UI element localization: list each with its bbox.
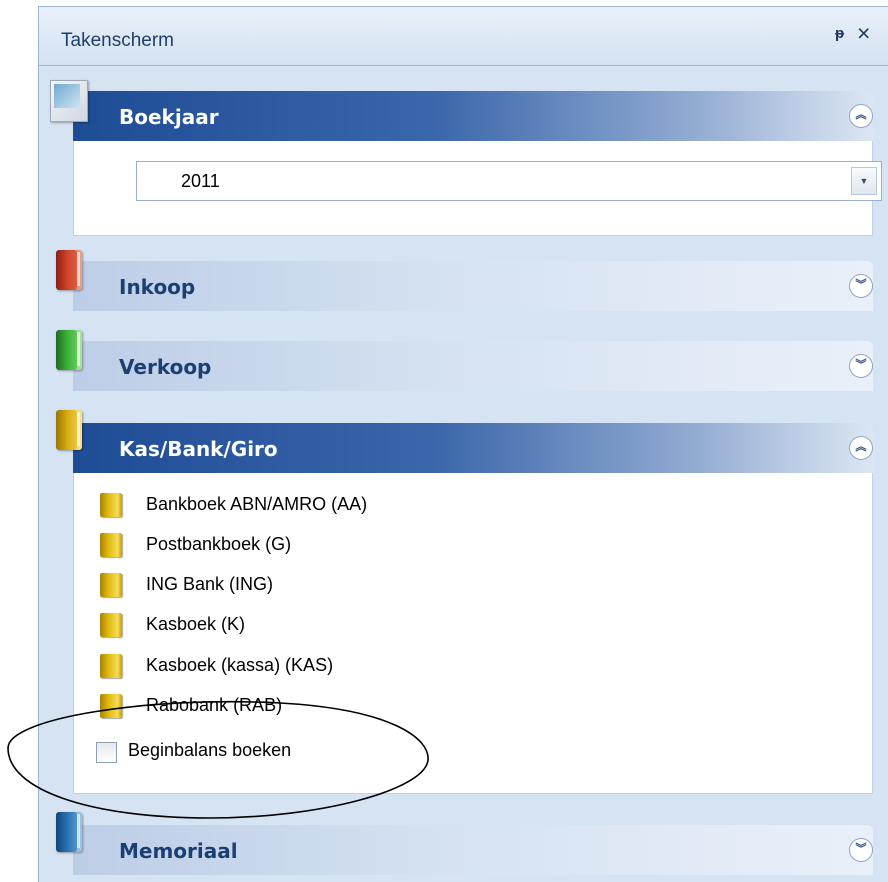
book-icon <box>100 694 122 718</box>
book-icon <box>100 613 122 637</box>
book-icon <box>100 493 122 517</box>
year-value: 2011 <box>181 171 220 191</box>
group-header-verkoop[interactable]: Verkoop ︾ <box>73 341 873 391</box>
book-icon <box>100 533 122 557</box>
group-header-kas-bank-giro[interactable]: Kas/Bank/Giro ︽ <box>73 423 873 473</box>
group-title-boekjaar: Boekjaar <box>119 105 219 129</box>
calendar-icon <box>50 80 88 122</box>
beginbalans-checkbox[interactable] <box>96 742 117 763</box>
collapse-icon[interactable]: ︽ <box>849 436 873 460</box>
pane-header: Takenscherm ᵽ × <box>39 7 888 66</box>
expand-icon[interactable]: ︾ <box>849 274 873 298</box>
beginbalans-label[interactable]: Beginbalans boeken <box>128 740 291 761</box>
green-book-icon <box>56 330 82 370</box>
list-item-label: Postbankboek (G) <box>146 534 292 554</box>
group-header-boekjaar[interactable]: Boekjaar ︽ <box>73 91 873 141</box>
group-header-memoriaal[interactable]: Memoriaal ︾ <box>73 825 873 875</box>
group-body-boekjaar: 2011 ▼ <box>73 141 882 236</box>
year-combobox[interactable]: 2011 ▼ <box>136 161 882 201</box>
group-title-verkoop: Verkoop <box>119 355 212 379</box>
expand-icon[interactable]: ︾ <box>849 354 873 378</box>
red-book-icon <box>56 250 82 290</box>
pin-icon[interactable]: ᵽ <box>835 25 851 43</box>
list-item-label: Bankboek ABN/AMRO (AA) <box>146 494 368 514</box>
yellow-book-icon <box>56 410 82 450</box>
book-icon <box>100 654 122 678</box>
list-item-label: Rabobank (RAB) <box>146 695 283 715</box>
group-title-inkoop: Inkoop <box>119 275 196 299</box>
collapse-icon[interactable]: ︽ <box>849 104 873 128</box>
book-icon <box>100 573 122 597</box>
blue-book-icon <box>56 812 82 852</box>
close-icon[interactable]: × <box>857 22 879 45</box>
group-header-inkoop[interactable]: Inkoop ︾ <box>73 261 873 311</box>
expand-icon[interactable]: ︾ <box>849 838 873 862</box>
dropdown-arrow-icon[interactable]: ▼ <box>851 167 877 195</box>
group-title-memoriaal: Memoriaal <box>119 839 238 863</box>
pane-title: Takenscherm <box>61 30 174 51</box>
group-title-kas-bank-giro: Kas/Bank/Giro <box>119 437 278 461</box>
list-item-label: Kasboek (kassa) (KAS) <box>146 655 334 675</box>
list-item-label: Kasboek (K) <box>146 614 246 634</box>
list-item-label: ING Bank (ING) <box>146 574 274 594</box>
